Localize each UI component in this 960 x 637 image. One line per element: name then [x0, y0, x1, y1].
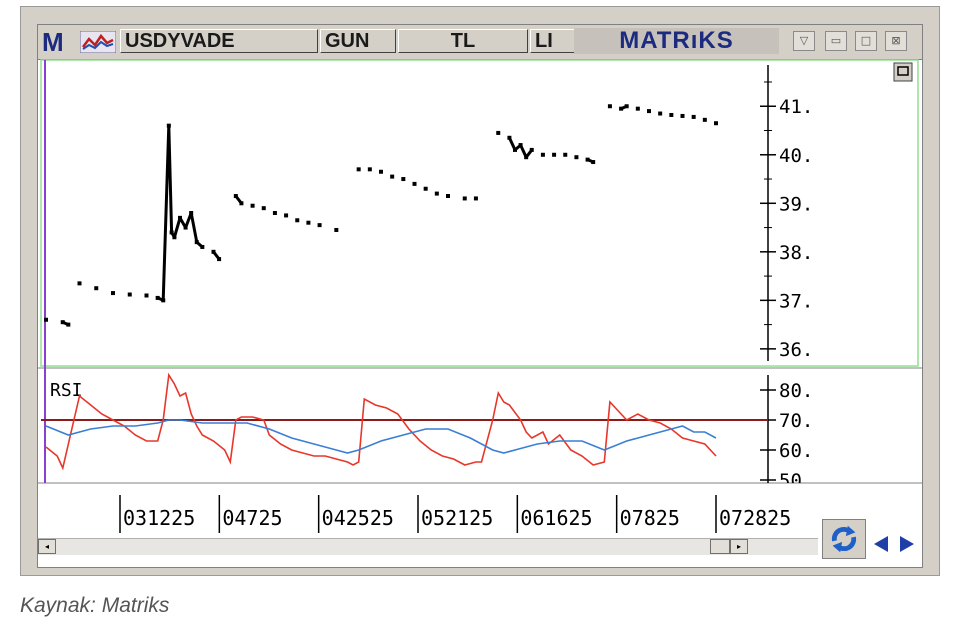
price-point [563, 152, 568, 157]
price-point [423, 186, 428, 191]
price-point [272, 211, 277, 215]
price-point [200, 244, 205, 249]
price-point [647, 109, 651, 114]
scroll-left-button[interactable]: ◂ [38, 539, 56, 554]
price-point [574, 155, 579, 160]
price-point [172, 235, 177, 240]
price-point [619, 106, 624, 111]
price-point [44, 317, 48, 322]
price-point [540, 152, 545, 157]
price-tick-label: 41. [779, 96, 813, 118]
price-point [211, 249, 216, 254]
price-point [669, 112, 674, 117]
price-point [529, 147, 534, 152]
price-point [306, 220, 311, 225]
price-point [367, 167, 372, 172]
price-point [144, 293, 149, 298]
price-point [60, 320, 65, 325]
price-point [178, 215, 182, 220]
price-point [462, 196, 467, 201]
price-point [434, 191, 439, 196]
price-series-line [157, 125, 204, 302]
price-point [169, 230, 174, 235]
rsi-red-line [45, 372, 717, 471]
price-tick-label: 38. [779, 242, 813, 264]
price-point [94, 286, 99, 291]
price-point [591, 160, 596, 165]
price-point [473, 196, 478, 201]
price-point [77, 281, 82, 286]
price-point [233, 194, 238, 199]
x-tick-label: 072825 [719, 506, 791, 530]
price-point [317, 223, 322, 228]
scroll-thumb[interactable] [710, 539, 730, 554]
price-point [513, 147, 517, 152]
price-point [356, 167, 361, 172]
rsi-tick-label: 80. [779, 380, 813, 402]
price-point [524, 155, 529, 160]
nav-left-icon[interactable] [874, 536, 888, 552]
price-point [127, 292, 132, 297]
price-point [155, 295, 160, 300]
price-point [166, 123, 171, 128]
nav-arrows[interactable] [870, 533, 918, 555]
price-point [217, 257, 222, 262]
price-point [518, 143, 523, 148]
price-point [702, 117, 707, 122]
rsi-tick-label: 70. [779, 410, 813, 432]
x-tick-label: 042525 [322, 506, 394, 530]
chart-window: M USDYVADE GUN TL LI MATRıKS ▽ ▭ □ ⊠ RSI… [37, 24, 923, 568]
x-tick-label: 031225 [123, 506, 195, 530]
price-point [250, 203, 255, 208]
horizontal-scrollbar[interactable] [38, 538, 818, 555]
price-point [624, 104, 629, 109]
price-point [239, 201, 244, 206]
rsi-tick-label: 50 [779, 470, 802, 492]
price-point [183, 225, 188, 230]
nav-right-icon[interactable] [900, 536, 914, 552]
price-point [189, 211, 194, 215]
rsi-tick-label: 60. [779, 440, 813, 462]
price-point [295, 218, 300, 223]
price-point [161, 298, 166, 303]
scroll-right-button[interactable]: ▸ [730, 539, 748, 554]
rsi-title: RSI [50, 380, 83, 401]
price-point [261, 206, 266, 211]
source-caption: Kaynak: Matriks [20, 594, 170, 617]
price-series-line [508, 137, 533, 159]
chart-area[interactable]: RSI 36. 37. 38. 39. 40. 41. 50 60. 70. 80. 03122… [38, 25, 922, 535]
price-tick-label: 36. [779, 339, 813, 361]
price-point [390, 174, 395, 179]
x-tick-label: 052125 [421, 506, 493, 530]
price-point [111, 291, 115, 296]
price-point [194, 240, 199, 245]
panel-maximize-icon[interactable] [893, 62, 913, 82]
price-point [446, 194, 450, 199]
price-point [334, 227, 339, 232]
refresh-icon[interactable] [822, 519, 866, 559]
price-tick-label: 37. [779, 290, 813, 312]
price-tick-label: 39. [779, 193, 813, 215]
price-point [552, 152, 557, 157]
price-point [496, 130, 501, 135]
price-tick-label: 40. [779, 145, 813, 167]
price-point [691, 114, 696, 119]
rsi-blue-line [45, 419, 717, 454]
price-point [401, 177, 406, 182]
price-point [284, 213, 289, 218]
price-point [635, 106, 640, 111]
price-point [658, 111, 663, 116]
price-point [379, 169, 383, 174]
x-tick-label: 07825 [620, 506, 680, 530]
price-point [412, 181, 417, 186]
x-tick-label: 061625 [520, 506, 592, 530]
price-point [585, 157, 590, 162]
price-point [66, 322, 71, 327]
price-point [607, 104, 612, 109]
x-tick-label: 04725 [222, 506, 282, 530]
price-point [714, 121, 718, 126]
price-point [507, 135, 512, 140]
price-point [680, 113, 685, 118]
